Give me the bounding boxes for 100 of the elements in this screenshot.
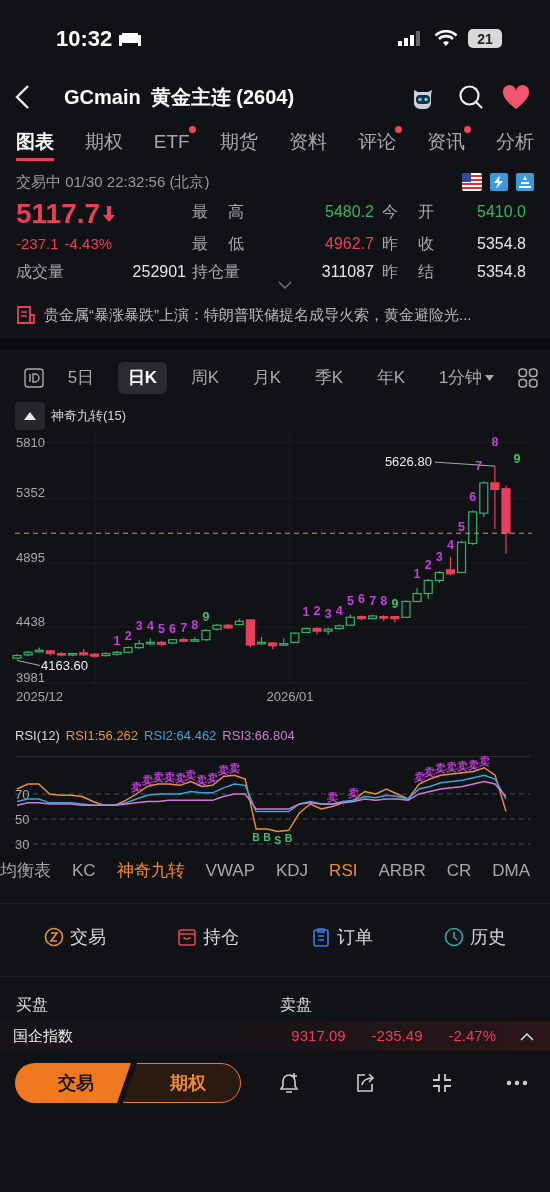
heart-icon[interactable]: [502, 84, 530, 110]
signal-label: 卖: [326, 791, 338, 803]
period-tab[interactable]: 周K: [180, 362, 230, 394]
indicator-tab[interactable]: RSI: [329, 858, 358, 884]
indicator-tab[interactable]: 神奇九转: [116, 858, 185, 884]
stat-label: 昨 结: [382, 262, 444, 282]
tab[interactable]: 期权: [84, 127, 123, 161]
tab[interactable]: 期货: [220, 127, 259, 161]
stat-value: 5410.0: [476, 202, 527, 222]
collapse-button[interactable]: [15, 402, 45, 430]
signal-label: 卖: [141, 773, 153, 786]
tab[interactable]: 资料: [289, 127, 328, 161]
candle: [279, 637, 289, 647]
indicator-tab[interactable]: KDJ: [276, 858, 309, 884]
period-tab[interactable]: 1分钟: [428, 362, 505, 394]
tab[interactable]: 评论: [358, 127, 397, 161]
session-status: 交易中 01/30 22:32:56 (北京): [16, 171, 210, 192]
signal-label: 卖: [185, 768, 197, 781]
chevron-up-icon[interactable]: [520, 1031, 534, 1041]
period-tab[interactable]: 5日: [57, 362, 105, 394]
axis-label: 4438: [16, 614, 45, 629]
indicator-tab[interactable]: KC: [72, 858, 96, 884]
action-button[interactable]: 交易: [43, 923, 106, 951]
news-headline[interactable]: 贵金属“暴涨暴跌”上演：特朗普联储提名成导火索，黄金避险光...: [44, 303, 472, 327]
candle: [145, 637, 155, 646]
tab[interactable]: 分析: [495, 127, 534, 161]
calendar-day-icon[interactable]: [24, 368, 44, 388]
indicator-tab[interactable]: VWAP: [205, 858, 255, 884]
stat-label: 持仓量: [192, 262, 241, 282]
ticker-name: 国企指数: [13, 1025, 74, 1046]
signal-label: 卖: [217, 763, 229, 776]
candle: [134, 639, 144, 650]
action-button[interactable]: 订单: [310, 923, 373, 951]
count-label: 9: [202, 610, 210, 625]
count-label: 1: [113, 633, 121, 648]
tab[interactable]: 图表: [16, 127, 54, 161]
chevron-down-icon[interactable]: [278, 281, 292, 289]
candle: [323, 627, 333, 636]
signal-label: B: [252, 831, 260, 843]
indicator-tab[interactable]: CR: [446, 858, 472, 884]
count-label: 2: [313, 604, 321, 619]
candle: [412, 587, 422, 603]
count-label: 2: [124, 629, 132, 644]
lightning-icon: [490, 173, 508, 191]
box-icon: [177, 927, 198, 947]
axis-label: 70: [15, 787, 30, 802]
stat-value: 5354.8: [476, 234, 527, 254]
symbol-code: GCmain: [64, 85, 141, 110]
count-label: 8: [191, 618, 199, 633]
axis-label: 30: [15, 837, 30, 851]
count-label: 3: [324, 606, 332, 621]
signal-label: 卖: [174, 772, 186, 785]
candle: [123, 645, 133, 655]
signal-label: 卖: [163, 771, 175, 783]
stat-value: 311087: [320, 262, 375, 282]
axis-label: 50: [15, 812, 30, 827]
indicator-tab[interactable]: ARBR: [378, 858, 426, 884]
stat-label: 最 高: [192, 202, 254, 222]
more-icon[interactable]: [506, 1080, 528, 1086]
stat-value: 5354.8: [476, 262, 527, 282]
options-button[interactable]: 期权: [123, 1063, 241, 1103]
price-change: -237.1: [16, 234, 59, 254]
count-label: 7: [180, 620, 188, 635]
period-tab[interactable]: 年K: [366, 362, 416, 394]
indicator-tab[interactable]: 均衡表: [0, 858, 51, 884]
z-circle-icon: [43, 927, 64, 947]
signal-label: 卖: [348, 787, 360, 800]
signal-label: 卖: [467, 758, 479, 771]
signal-label: 卖: [152, 771, 164, 783]
axis-label: 4895: [16, 550, 45, 565]
action-button[interactable]: 持仓: [177, 923, 240, 951]
count-label: 4: [146, 619, 154, 634]
down-arrow-icon: [102, 205, 117, 223]
count-label: 8: [380, 594, 388, 609]
stat-value: 4962.7: [324, 234, 375, 254]
tab[interactable]: ETF: [153, 127, 190, 161]
grid-icon[interactable]: [517, 368, 538, 388]
period-tab[interactable]: 季K: [304, 362, 354, 394]
count-label: 5: [458, 519, 465, 534]
action-button[interactable]: 历史: [444, 923, 507, 951]
back-icon[interactable]: [14, 84, 32, 110]
wifi-icon: [434, 29, 458, 48]
search-icon[interactable]: [458, 84, 484, 110]
trade-button[interactable]: 交易: [15, 1063, 131, 1103]
count-label: 9: [391, 597, 399, 611]
period-tab[interactable]: 日K: [117, 362, 168, 394]
tab[interactable]: 资讯: [427, 127, 466, 161]
indicator-tab[interactable]: DMA: [492, 858, 530, 884]
count-label: 5: [346, 593, 354, 608]
column-header: 买盘: [16, 995, 49, 1015]
clipboard-icon: [310, 927, 331, 947]
bell-add-icon[interactable]: [277, 1071, 301, 1095]
signal-label: 卖: [228, 762, 240, 775]
stat-label: 昨 收: [382, 234, 444, 254]
high-price-label: 5626.80: [384, 454, 432, 470]
ticker-bar[interactable]: 国企指数 9317.09 -235.49 -2.47%: [0, 1021, 550, 1051]
count-label: 9: [513, 452, 521, 466]
period-tab[interactable]: 月K: [242, 362, 292, 394]
candle: [468, 509, 478, 546]
stat-value: 5480.2: [324, 202, 375, 222]
